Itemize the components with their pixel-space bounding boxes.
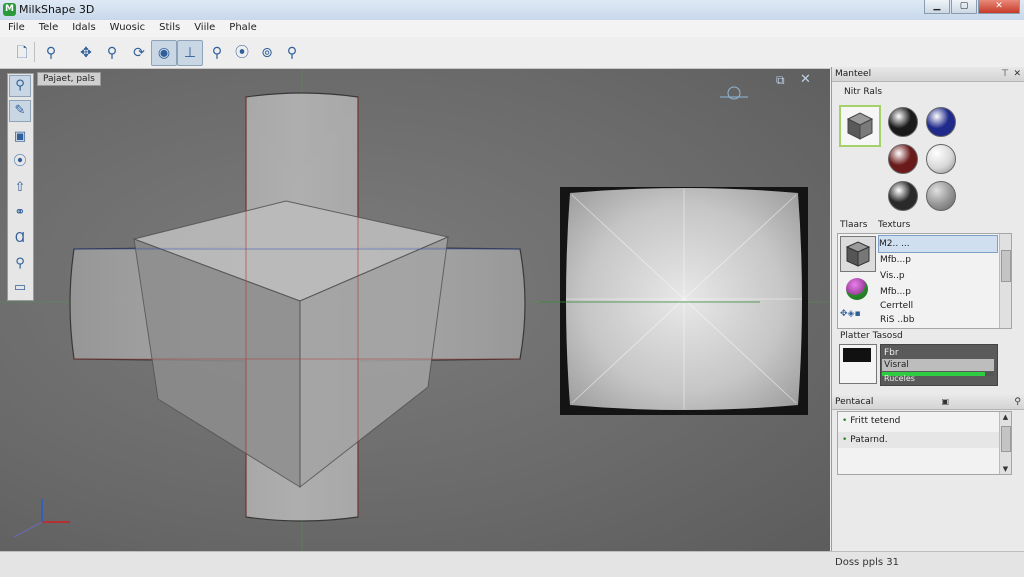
zoom-icon[interactable]: ⚲	[9, 75, 31, 97]
bullet-icon: •	[842, 416, 848, 426]
menu-file[interactable]: File	[0, 20, 31, 37]
texture-tab-label[interactable]: Texturs	[878, 220, 910, 230]
material-sphere-dark[interactable]	[888, 181, 918, 211]
main-toolbar: 🗋 ⚲ ✥ ⚲ ⟳ ◉ ⊥ ⚲ ⦿ ⊚ ⚲	[0, 37, 1024, 69]
scrollbar-thumb[interactable]	[1001, 250, 1011, 282]
maximize-button[interactable]: ▢	[951, 0, 977, 14]
close-viewport-icon[interactable]: ✕	[800, 72, 811, 87]
section-header: Pentacal ▣ ⚲	[832, 395, 1024, 410]
material-subheader: Nitr Rals	[844, 87, 883, 97]
menu-stils[interactable]: Stils	[151, 20, 186, 37]
toolbar-separator	[34, 42, 35, 62]
status-text: Doss ppls 31	[835, 557, 900, 568]
texture-list-scrollbar[interactable]	[999, 234, 1011, 328]
face-icon[interactable]: ▣	[9, 126, 31, 148]
texture-list[interactable]: ✥◈▪ M2.. ... Mfb...p Vis..p Mfb...p Cerr…	[837, 233, 1012, 329]
viewport-label: Pajaet, pals	[37, 72, 101, 86]
texture-list-item[interactable]: RiS ..bb	[880, 312, 914, 328]
3d-viewport[interactable]: Pajaet, pals ⧉ ✕	[0, 69, 830, 551]
cube-icon	[846, 112, 874, 140]
texture-list-item[interactable]: M2.. ...	[878, 235, 998, 253]
material-sphere-black[interactable]	[888, 107, 918, 137]
title-bar: M MilkShape 3D ▁ ▢ ✕	[0, 0, 1024, 20]
material-sphere-gray[interactable]	[926, 181, 956, 211]
properties-list-scrollbar[interactable]: ▲ ▼	[999, 412, 1011, 474]
menu-viile[interactable]: Viile	[186, 20, 221, 37]
scrollbar-thumb[interactable]	[1001, 426, 1011, 452]
zoom-icon[interactable]: ⚲	[204, 40, 230, 66]
pin-icon[interactable]: ⊤	[1001, 67, 1009, 81]
texture-tools-icon[interactable]: ✥◈▪	[840, 309, 861, 319]
bullet-icon: •	[842, 435, 848, 445]
properties-list[interactable]: • Fritt tetend • Patarnd. ▲ ▼	[837, 411, 1012, 475]
close-icon[interactable]: ✕	[1013, 67, 1021, 81]
right-side-panel: Manteel ⊤ ✕ Nitr Rals Tlaars Texturs ✥◈▪…	[831, 67, 1024, 551]
section-title: Pentacal	[835, 397, 874, 407]
view-orientation-gizmo[interactable]	[720, 86, 748, 100]
app-logo-icon: M	[3, 3, 16, 16]
arrow-icon[interactable]: ⇧	[9, 177, 31, 199]
menu-wuosic[interactable]: Wuosic	[102, 20, 151, 37]
menu-phale[interactable]: Phale	[221, 20, 262, 37]
properties-list-item[interactable]: • Patarnd.	[838, 432, 1002, 448]
find-icon[interactable]: ⚲	[1014, 395, 1021, 409]
joint-icon[interactable]: ⚭	[9, 202, 31, 224]
texture-list-item[interactable]: Mfb...p	[880, 252, 911, 268]
text-icon[interactable]: Ɑ	[9, 228, 31, 250]
material-sphere-blue[interactable]	[926, 107, 956, 137]
material-sphere-red[interactable]	[888, 144, 918, 174]
magnify-icon[interactable]: ⚲	[279, 40, 305, 66]
material-sphere-white[interactable]	[926, 144, 956, 174]
app-window: M MilkShape 3D ▁ ▢ ✕ File Tele Idals Wuo…	[0, 0, 1024, 577]
brush-icon[interactable]: ✎	[9, 100, 31, 122]
viewport-canvas	[0, 69, 830, 551]
material-panel-header: Manteel ⊤ ✕	[832, 67, 1024, 82]
weld-icon[interactable]: ⊚	[254, 40, 280, 66]
vertex-icon[interactable]: ⦿	[9, 151, 31, 173]
magnify-icon[interactable]: ⚲	[9, 253, 31, 275]
menu-idals[interactable]: Idals	[64, 20, 101, 37]
edit-icon[interactable]: ▣	[941, 395, 949, 409]
properties-title: Platter Tasosd	[840, 331, 903, 341]
window-title: MilkShape 3D	[19, 3, 95, 16]
texture-tab-label[interactable]: Tlaars	[840, 220, 867, 230]
material-preview-cube[interactable]	[839, 105, 881, 147]
status-bar: Doss ppls 31	[0, 551, 1024, 577]
property-fields[interactable]: Fbr Visral Ruceles	[880, 344, 998, 386]
scroll-down-icon[interactable]: ▼	[1000, 465, 1011, 473]
search-icon[interactable]: ⚲	[99, 40, 125, 66]
select-icon[interactable]: ⚲	[38, 40, 64, 66]
scroll-up-icon[interactable]: ▲	[1000, 413, 1011, 421]
extrude-icon[interactable]: ⊥	[177, 40, 203, 66]
properties-list-item[interactable]: • Fritt tetend	[842, 413, 992, 429]
move-icon[interactable]: ✥	[73, 40, 99, 66]
texture-list-item[interactable]: Vis..p	[880, 268, 905, 284]
rotate-icon[interactable]: ⟳	[126, 40, 152, 66]
color-swatch-fill	[843, 348, 871, 362]
texture-rays	[566, 189, 802, 409]
cube-icon	[845, 241, 871, 267]
tool-palette: ⚲ ✎ ▣ ⦿ ⇧ ⚭ Ɑ ⚲ ▭	[7, 73, 34, 301]
vertex-icon[interactable]: ⦿	[229, 40, 255, 66]
axis-gizmo	[13, 499, 70, 538]
window-controls: ▁ ▢ ✕	[923, 0, 1020, 14]
menu-tele[interactable]: Tele	[31, 20, 65, 37]
new-file-icon[interactable]: 🗋	[9, 40, 35, 66]
minimize-button[interactable]: ▁	[924, 0, 950, 14]
material-panel-title: Manteel	[835, 69, 872, 79]
menu-bar: File Tele Idals Wuosic Stils Viile Phale	[0, 20, 1024, 37]
scale-icon[interactable]: ◉	[151, 40, 177, 66]
close-button[interactable]: ✕	[978, 0, 1020, 14]
color-swatch[interactable]	[839, 344, 877, 384]
texture-thumb-sphere[interactable]	[846, 278, 868, 300]
camera-icon[interactable]: ▭	[9, 277, 31, 299]
property-row: Ruceles	[884, 374, 915, 383]
maximize-viewport-icon[interactable]: ⧉	[776, 73, 785, 88]
texture-thumb-cube[interactable]	[840, 236, 876, 272]
